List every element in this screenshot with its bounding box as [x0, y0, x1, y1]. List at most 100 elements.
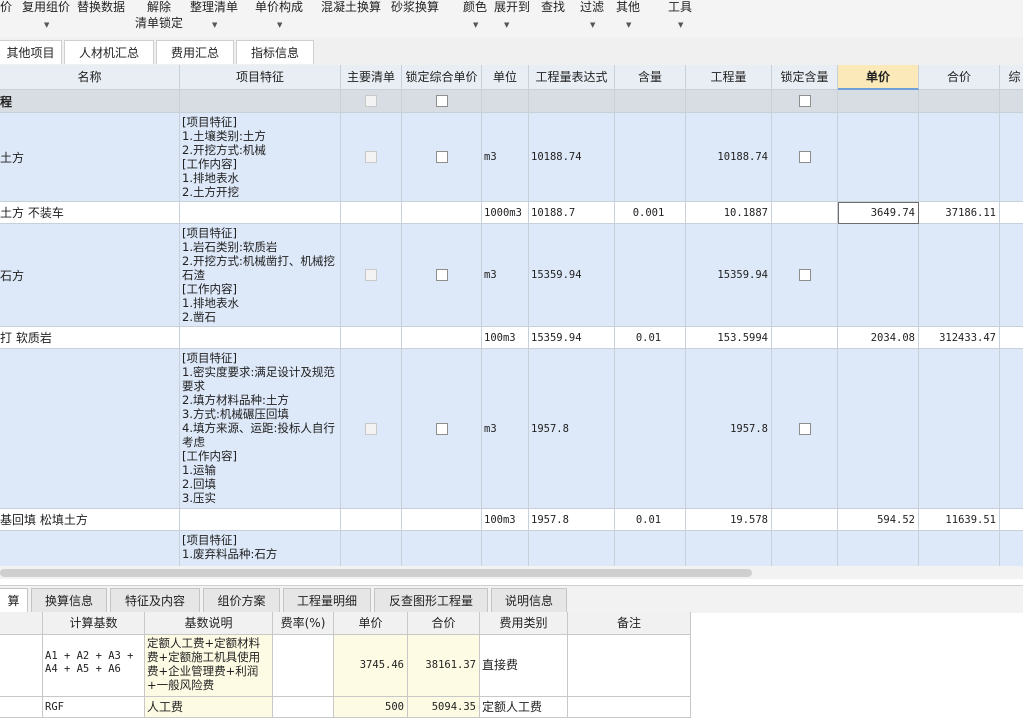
cell-main-list[interactable] [341, 327, 402, 349]
cell-content[interactable] [615, 531, 686, 566]
cell-name[interactable] [0, 531, 180, 566]
cell-feature[interactable]: [项目特征] 1.土壤类别:土方 2.开挖方式:机械 [工作内容] 1.排地表水… [180, 113, 341, 202]
cell-unit-price[interactable]: 594.52 [838, 509, 919, 531]
cell-lock-content[interactable] [772, 113, 838, 202]
tab-labor-material-machine[interactable]: 人材机汇总 [64, 40, 154, 64]
checkbox[interactable] [436, 151, 448, 163]
cell-extra[interactable] [1000, 327, 1023, 349]
cell-lock-content[interactable] [772, 509, 838, 531]
bcell-total[interactable]: 38161.37 [408, 635, 480, 697]
bcell-rate[interactable] [273, 635, 334, 697]
cell-lock-price[interactable] [402, 349, 482, 509]
cell-main-list[interactable] [341, 509, 402, 531]
cell-unit-price[interactable]: 2034.08 [838, 327, 919, 349]
col-header-content[interactable]: 含量 [615, 65, 686, 90]
cell-extra[interactable] [1000, 224, 1023, 327]
bcell-rate[interactable] [273, 697, 334, 718]
tab-qty-detail[interactable]: 工程量明细 [283, 588, 371, 612]
cell-lock-price[interactable] [402, 327, 482, 349]
bcol-header-note[interactable]: 备注 [568, 612, 691, 635]
concrete-conversion-button[interactable]: 混凝土换算 [321, 0, 381, 14]
cell-content[interactable] [615, 113, 686, 202]
bcol-header-base[interactable]: 计算基数 [43, 612, 145, 635]
cell-extra[interactable] [1000, 113, 1023, 202]
bcell-base-desc[interactable]: 人工费 [145, 697, 273, 718]
cell-total[interactable]: 37186.11 [919, 202, 1000, 224]
tab-reverse-graphic-qty[interactable]: 反查图形工程量 [374, 588, 488, 612]
cell-qty-expr[interactable] [529, 90, 615, 113]
bcell-base[interactable]: A1 + A2 + A3 + A4 + A5 + A6 [43, 635, 145, 697]
cell-qty[interactable] [686, 531, 772, 566]
unlock-list-button[interactable]: 解除 清单锁定 [135, 0, 183, 30]
tab-conversion-info[interactable]: 换算信息 [31, 588, 107, 612]
bcell-note[interactable] [568, 697, 691, 718]
tab-description-info[interactable]: 说明信息 [491, 588, 567, 612]
cell-total[interactable] [919, 349, 1000, 509]
cell-qty[interactable]: 19.578 [686, 509, 772, 531]
checkbox[interactable] [799, 269, 811, 281]
cell-lock-content[interactable] [772, 224, 838, 327]
cell-name[interactable] [0, 349, 180, 509]
bcol-header-category[interactable]: 费用类别 [480, 612, 568, 635]
col-header-qty[interactable]: 工程量 [686, 65, 772, 90]
bcell-price[interactable]: 3745.46 [334, 635, 408, 697]
cell-feature[interactable] [180, 509, 341, 531]
col-header-qty-expr[interactable]: 工程量表达式 [529, 65, 615, 90]
cell-name[interactable]: 程 [0, 90, 180, 113]
bcol-header-code[interactable] [0, 612, 43, 635]
cell-name[interactable]: 土方 [0, 113, 180, 202]
bcol-header-price[interactable]: 单价 [334, 612, 408, 635]
cell-unit[interactable] [482, 90, 529, 113]
mortar-conversion-button[interactable]: 砂浆换算 [391, 0, 439, 14]
tab-pricing-plan[interactable]: 组价方案 [203, 588, 280, 612]
unit-price-composition-button[interactable]: 单价构成 ▼ [255, 0, 303, 29]
checkbox[interactable] [799, 95, 811, 107]
cell-feature[interactable]: [项目特征] 1.废弃料品种:石方 [180, 531, 341, 566]
cell-total[interactable] [919, 224, 1000, 327]
cell-qty-expr[interactable] [529, 531, 615, 566]
cell-unit-price[interactable]: 3649.74 [838, 202, 919, 224]
col-header-lock-price[interactable]: 锁定综合单价 [402, 65, 482, 90]
cell-qty-expr[interactable]: 1957.8 [529, 509, 615, 531]
bcell-base-desc[interactable]: 定额人工费+定额材料费+定额施工机具使用费+企业管理费+利润+一般风险费 [145, 635, 273, 697]
bcell-code[interactable] [0, 697, 43, 718]
horizontal-scrollbar[interactable] [0, 566, 1023, 579]
cell-lock-content[interactable] [772, 90, 838, 113]
cell-main-list[interactable] [341, 349, 402, 509]
cell-qty[interactable]: 153.5994 [686, 327, 772, 349]
cell-feature[interactable] [180, 90, 341, 113]
cell-name[interactable]: 基回填 松填土方 [0, 509, 180, 531]
tab-other-items[interactable]: 其他项目 [0, 40, 62, 64]
cell-unit[interactable] [482, 531, 529, 566]
tab-calc[interactable]: 算 [0, 588, 28, 612]
cell-feature[interactable] [180, 327, 341, 349]
cell-qty[interactable]: 15359.94 [686, 224, 772, 327]
cell-lock-price[interactable] [402, 113, 482, 202]
cell-unit[interactable]: m3 [482, 113, 529, 202]
replace-data-button[interactable]: 替换数据 [77, 0, 125, 14]
tab-cost-summary[interactable]: 费用汇总 [156, 40, 234, 64]
checkbox[interactable] [436, 269, 448, 281]
cell-qty[interactable] [686, 90, 772, 113]
cell-unit[interactable]: m3 [482, 349, 529, 509]
cell-extra[interactable] [1000, 509, 1023, 531]
reuse-pricing-button[interactable]: 复用组价 ▼ [22, 0, 70, 29]
bcell-price[interactable]: 500 [334, 697, 408, 718]
bcell-category[interactable]: 定额人工费 [480, 697, 568, 718]
cell-qty[interactable]: 10188.74 [686, 113, 772, 202]
cell-lock-content[interactable] [772, 327, 838, 349]
bcol-header-total[interactable]: 合价 [408, 612, 480, 635]
col-header-composite[interactable]: 综 [1000, 65, 1023, 90]
cell-total[interactable] [919, 113, 1000, 202]
cell-extra[interactable] [1000, 531, 1023, 566]
cell-lock-content[interactable] [772, 531, 838, 566]
cell-unit-price[interactable] [838, 224, 919, 327]
col-header-unit-price[interactable]: 单价 [838, 65, 919, 90]
cell-qty[interactable]: 10.1887 [686, 202, 772, 224]
cell-unit-price[interactable] [838, 531, 919, 566]
cell-lock-content[interactable] [772, 202, 838, 224]
cell-total[interactable]: 11639.51 [919, 509, 1000, 531]
other-button[interactable]: 其他 ▼ [616, 0, 640, 29]
cell-content[interactable]: 0.01 [615, 327, 686, 349]
cell-lock-price[interactable] [402, 202, 482, 224]
